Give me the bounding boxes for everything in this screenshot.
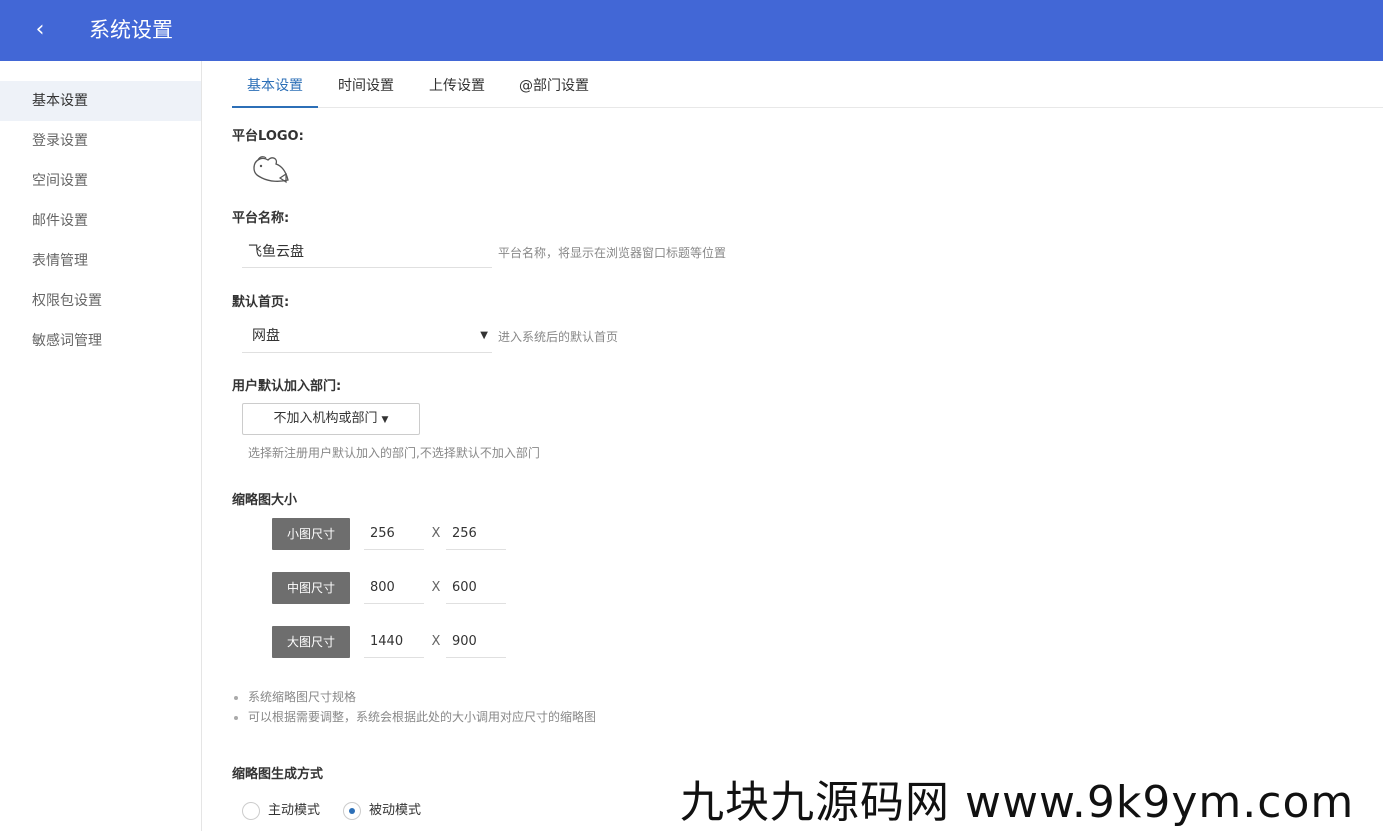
thumb-note-text: 可以根据需要调整，系统会根据此处的大小调用对应尺寸的缩略图 (248, 710, 597, 724)
small-height-field (446, 518, 506, 550)
times-sign: X (431, 526, 441, 541)
tab-dept[interactable]: @部门设置 (519, 61, 589, 108)
sidebar-item-sensitive-words[interactable]: 敏感词管理 (0, 321, 201, 361)
large-size-button[interactable]: 大图尺寸 (272, 626, 350, 658)
caret-down-icon: ▼ (381, 415, 389, 425)
default-dept-label: 用户默认加入部门: (232, 379, 342, 394)
thumb-size-label: 缩略图大小 (232, 493, 298, 508)
platform-logo-icon[interactable] (250, 152, 290, 186)
medium-width-input[interactable] (370, 572, 424, 602)
platform-name-input[interactable] (248, 236, 492, 266)
large-height-input[interactable] (452, 626, 506, 656)
tab-bar: 基本设置 时间设置 上传设置 @部门设置 (232, 61, 1383, 108)
times-sign: X (431, 634, 441, 649)
medium-height-input[interactable] (452, 572, 506, 602)
radio-active-mode-label: 主动模式 (268, 803, 321, 818)
sidebar-item-login[interactable]: 登录设置 (0, 121, 201, 161)
tab-time[interactable]: 时间设置 (338, 61, 394, 108)
thumb-mode-label: 缩略图生成方式 (232, 767, 324, 782)
small-height-input[interactable] (452, 518, 506, 548)
sidebar-item-emoji[interactable]: 表情管理 (0, 241, 201, 281)
medium-width-field (364, 572, 424, 604)
dropdown-arrow-icon: ▼ (480, 330, 488, 341)
bullet-dot-icon (234, 715, 238, 720)
thumb-note: 系统缩略图尺寸规格 (234, 688, 356, 705)
platform-name-hint: 平台名称，将显示在浏览器窗口标题等位置 (498, 246, 727, 260)
radio-unchecked-icon (242, 801, 260, 820)
thumb-note-text: 系统缩略图尺寸规格 (248, 690, 357, 704)
large-width-field (364, 626, 424, 658)
sidebar-item-mail[interactable]: 邮件设置 (0, 201, 201, 241)
watermark-text: 九块九源码网 www.9k9ym.com (680, 777, 1355, 828)
large-height-field (446, 626, 506, 658)
dept-select-label: 不加入机构或部门 (273, 411, 378, 426)
sidebar-item-basic[interactable]: 基本设置 (0, 81, 201, 121)
small-width-input[interactable] (370, 518, 424, 548)
back-icon[interactable]: ‹ (26, 16, 54, 44)
default-home-hint: 进入系统后的默认首页 (498, 330, 619, 344)
sidebar-item-space[interactable]: 空间设置 (0, 161, 201, 201)
thumb-note: 可以根据需要调整，系统会根据此处的大小调用对应尺寸的缩略图 (234, 708, 596, 725)
default-home-value: 网盘 (252, 328, 280, 344)
times-sign: X (431, 580, 441, 595)
page-title: 系统设置 (89, 18, 173, 42)
radio-checked-icon (343, 801, 361, 820)
small-size-button[interactable]: 小图尺寸 (272, 518, 350, 550)
radio-passive-mode-label: 被动模式 (369, 803, 422, 818)
dept-select-button[interactable]: 不加入机构或部门 ▼ (242, 403, 420, 435)
tab-upload[interactable]: 上传设置 (429, 61, 485, 108)
radio-active-mode[interactable]: 主动模式 (242, 801, 320, 821)
header-bar: ‹ 系统设置 (0, 0, 1383, 61)
radio-passive-mode[interactable]: 被动模式 (343, 801, 421, 821)
small-width-field (364, 518, 424, 550)
medium-height-field (446, 572, 506, 604)
bullet-dot-icon (234, 695, 238, 700)
default-home-label: 默认首页: (232, 295, 290, 310)
default-dept-hint: 选择新注册用户默认加入的部门,不选择默认不加入部门 (248, 446, 540, 460)
platform-name-field (242, 236, 492, 268)
tab-basic[interactable]: 基本设置 (232, 61, 318, 108)
platform-name-label: 平台名称: (232, 211, 290, 226)
default-home-select[interactable]: 网盘 ▼ (242, 320, 492, 353)
medium-size-button[interactable]: 中图尺寸 (272, 572, 350, 604)
logo-label: 平台LOGO: (232, 129, 304, 144)
sidebar-item-permission[interactable]: 权限包设置 (0, 281, 201, 321)
sidebar: 基本设置 登录设置 空间设置 邮件设置 表情管理 权限包设置 敏感词管理 (0, 61, 202, 831)
large-width-input[interactable] (370, 626, 424, 656)
